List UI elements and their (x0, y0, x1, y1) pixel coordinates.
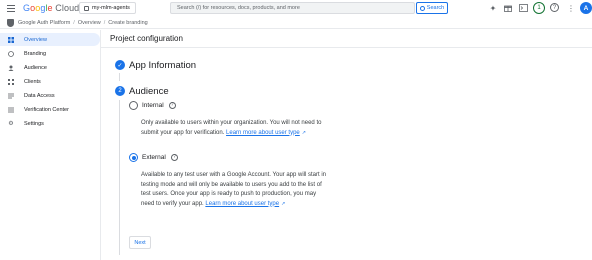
next-button[interactable]: Next (129, 236, 151, 249)
learn-more-link[interactable]: Learn more about user type (226, 130, 300, 136)
breadcrumb-item-platform[interactable]: Google Auth Platform (18, 20, 70, 26)
gemini-icon[interactable]: ✦ (488, 3, 498, 13)
breadcrumb-separator: / (103, 20, 106, 26)
option-label: External (142, 154, 166, 161)
search-placeholder: Search (/) for resources, docs, products… (177, 5, 300, 11)
divider (101, 47, 592, 48)
option-label: Internal (142, 102, 164, 109)
breadcrumb-separator: / (73, 20, 75, 26)
project-name: my-mlm-agents (92, 5, 130, 11)
stepper-connector (119, 73, 120, 81)
help-icon[interactable]: ? (168, 102, 176, 109)
notification-badge[interactable]: 1 (533, 2, 545, 14)
clients-icon (8, 78, 14, 85)
learn-more-link[interactable]: Learn more about user type (205, 201, 279, 207)
radio-external[interactable] (129, 153, 138, 162)
people-icon (8, 65, 14, 71)
breadcrumb-item-current: Create branding (108, 20, 148, 26)
breadcrumb: Google Auth Platform / Overview / Create bra… (18, 20, 148, 26)
sidebar-item-label: Data Access (24, 92, 55, 99)
verification-icon (8, 107, 14, 113)
more-vert-icon[interactable]: ⋮ (566, 3, 576, 13)
option-external-description: Available to any test user with a Google… (141, 171, 326, 209)
top-bar: Google Cloud my-mlm-agents Search (/) fo… (0, 0, 592, 17)
sidebar-item-label: Settings (24, 120, 44, 127)
radio-internal[interactable] (129, 101, 138, 110)
sidebar-item-verification-center[interactable]: Verification Center (0, 103, 100, 116)
palette-icon (8, 50, 14, 57)
stepper-connector (119, 100, 120, 255)
breadcrumb-bar: Google Auth Platform / Overview / Create bra… (0, 17, 592, 29)
sidebar-item-clients[interactable]: Clients (0, 75, 100, 88)
sidebar-item-label: Verification Center (24, 106, 69, 113)
option-internal[interactable]: Internal ? (142, 102, 176, 109)
step-title-app-information[interactable]: App Information (129, 60, 196, 71)
google-cloud-logo[interactable]: Google Cloud (23, 3, 79, 13)
external-link-icon: ↗ (301, 129, 306, 136)
step-title-audience: Audience (129, 86, 169, 97)
menu-icon[interactable] (7, 5, 15, 12)
data-access-icon (8, 93, 14, 99)
search-button[interactable]: Search (416, 2, 448, 14)
page-title: Project configuration (110, 34, 183, 43)
help-icon[interactable]: ? (170, 154, 178, 161)
shield-icon (7, 19, 14, 27)
project-icon (84, 5, 89, 11)
sidebar-item-settings[interactable]: ⚙ Settings (0, 117, 100, 130)
avatar[interactable]: A (580, 2, 592, 14)
step-complete-icon: ✓ (115, 60, 125, 70)
sidebar-item-data-access[interactable]: Data Access (0, 89, 100, 102)
sidebar-item-label: Audience (24, 64, 47, 71)
sidebar-item-branding[interactable]: Branding (0, 47, 100, 60)
gift-icon[interactable] (503, 3, 513, 13)
breadcrumb-item-overview[interactable]: Overview (78, 20, 101, 26)
project-picker[interactable]: my-mlm-agents (79, 2, 136, 14)
option-internal-description: Only available to users within your orga… (141, 119, 326, 138)
sidebar-item-label: Clients (24, 78, 41, 85)
sidebar: Overview Branding Audience Clients Data … (0, 30, 101, 260)
search-button-label: Search (426, 5, 445, 11)
help-icon[interactable]: ? (550, 3, 559, 12)
search-input[interactable]: Search (/) for resources, docs, products… (170, 2, 415, 14)
sidebar-item-label: Branding (24, 50, 47, 57)
sidebar-item-label: Overview (24, 36, 47, 43)
gear-icon: ⚙ (8, 120, 14, 127)
terminal-icon[interactable] (518, 3, 528, 13)
step-number-badge: 2 (115, 86, 125, 96)
sidebar-item-overview[interactable]: Overview (0, 33, 100, 46)
option-external[interactable]: External ? (142, 154, 178, 161)
sidebar-item-audience[interactable]: Audience (0, 61, 100, 74)
grid-icon (8, 36, 14, 43)
external-link-icon: ↗ (281, 200, 286, 207)
search-icon (419, 5, 425, 11)
